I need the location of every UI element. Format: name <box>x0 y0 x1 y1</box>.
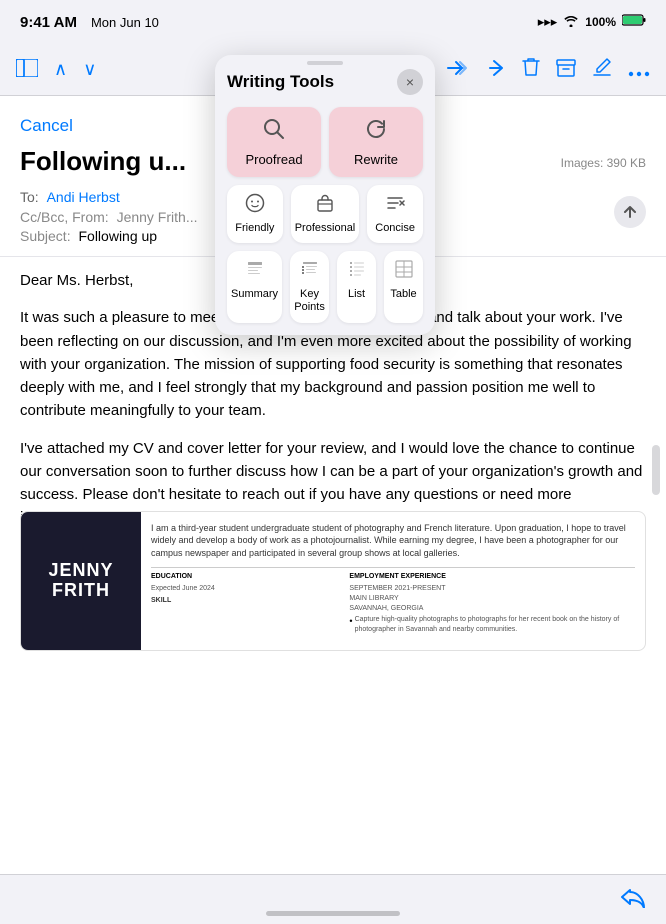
summary-label: Summary <box>231 288 278 301</box>
reply-bottom-button[interactable] <box>620 886 646 914</box>
rewrite-button[interactable]: Rewrite <box>329 107 423 177</box>
list-label: List <box>348 288 365 301</box>
proofread-icon <box>262 117 286 147</box>
resume-employment-title: EMPLOYMENT EXPERIENCE <box>349 572 635 582</box>
key-points-label: KeyPoints <box>294 288 325 314</box>
resume-name: JENNY FRITH <box>31 561 131 601</box>
attachment-info: Images: 390 KB <box>561 156 646 170</box>
professional-button[interactable]: Professional <box>291 185 360 243</box>
list-button[interactable]: List <box>337 251 376 322</box>
panel-title: Writing Tools <box>227 72 334 92</box>
navigate-up-button[interactable]: ∧ <box>54 59 67 80</box>
concise-button[interactable]: Concise <box>367 185 423 243</box>
friendly-button[interactable]: Friendly <box>227 185 283 243</box>
status-date: Mon Jun 10 <box>91 15 159 30</box>
more-button[interactable] <box>628 57 650 83</box>
status-right: ▸▸▸ 100% <box>538 13 646 31</box>
writing-tools-panel: Writing Tools × Proofread Rewrite <box>215 55 435 335</box>
summary-icon <box>245 259 265 284</box>
email-cc-value: Jenny Frith <box>117 209 186 225</box>
resume-education-title: EDUCATION <box>151 572 341 582</box>
proofread-button[interactable]: Proofread <box>227 107 321 177</box>
table-label: Table <box>390 288 416 301</box>
structure-tools-grid: Summary KeyPoints List <box>227 251 423 322</box>
screen: 9:41 AM Mon Jun 10 ▸▸▸ 100% ∧ ∨ <box>0 0 666 924</box>
friendly-icon <box>245 193 265 218</box>
key-points-icon <box>300 259 320 284</box>
battery-icon: 100% <box>585 15 616 29</box>
wifi-symbol <box>563 15 579 30</box>
list-icon <box>347 259 367 284</box>
drag-indicator <box>307 61 343 65</box>
professional-icon <box>315 193 335 218</box>
panel-header: Writing Tools × <box>227 69 423 95</box>
archive-button[interactable] <box>556 57 576 83</box>
summary-button[interactable]: Summary <box>227 251 282 322</box>
main-tools-grid: Proofread Rewrite <box>227 107 423 177</box>
concise-icon <box>385 193 405 218</box>
friendly-label: Friendly <box>235 222 274 235</box>
scroll-handle[interactable] <box>652 445 660 495</box>
send-button[interactable] <box>614 196 646 228</box>
rewrite-label: Rewrite <box>354 152 398 167</box>
key-points-button[interactable]: KeyPoints <box>290 251 329 322</box>
email-to-value[interactable]: Andi Herbst <box>47 189 120 205</box>
trash-button[interactable] <box>522 57 540 83</box>
table-button[interactable]: Table <box>384 251 423 322</box>
resume-card: JENNY FRITH I am a third-year student un… <box>20 511 646 651</box>
resume-bio: I am a third-year student undergraduate … <box>151 522 635 560</box>
compose-button[interactable] <box>592 57 612 83</box>
home-indicator <box>266 911 400 916</box>
wifi-icon: ▸▸▸ <box>538 14 558 30</box>
navigate-down-button[interactable]: ∨ <box>83 59 96 80</box>
forward-thread-button[interactable] <box>444 57 470 83</box>
reply-button[interactable] <box>486 57 506 83</box>
resume-right: I am a third-year student undergraduate … <box>141 512 645 650</box>
rewrite-icon <box>364 117 388 147</box>
status-bar: 9:41 AM Mon Jun 10 ▸▸▸ 100% <box>0 0 666 44</box>
email-subject-value: Following up <box>78 228 157 244</box>
resume-left: JENNY FRITH <box>21 512 141 650</box>
proofread-label: Proofread <box>245 152 302 167</box>
status-time: 9:41 AM <box>20 14 77 31</box>
concise-label: Concise <box>375 222 415 235</box>
close-button[interactable]: × <box>397 69 423 95</box>
tone-tools-grid: Friendly Professional Concise <box>227 185 423 243</box>
professional-label: Professional <box>295 222 356 235</box>
sidebar-toggle-button[interactable] <box>16 57 38 83</box>
table-icon <box>394 259 414 284</box>
bottom-toolbar <box>0 874 666 924</box>
battery-symbol <box>622 13 646 31</box>
